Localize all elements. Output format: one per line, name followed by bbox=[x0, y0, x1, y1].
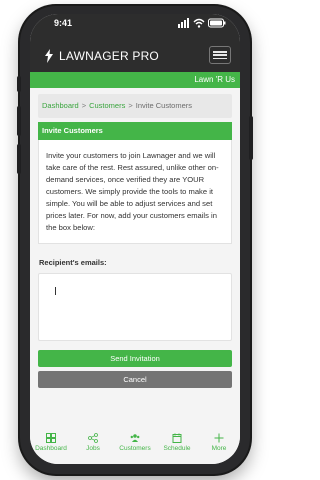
tab-jobs[interactable]: Jobs bbox=[72, 427, 114, 464]
breadcrumb-separator: > bbox=[81, 101, 87, 110]
tab-label: More bbox=[211, 445, 227, 452]
invite-card-heading: Invite Customers bbox=[38, 122, 232, 140]
recipients-label: Recipient's emails: bbox=[39, 258, 107, 267]
tab-label: Customers bbox=[119, 445, 151, 452]
cancel-button[interactable]: Cancel bbox=[38, 371, 232, 388]
app-screen: 9:41 LAWNAGER PRO Lawn 'R Us Dashboard >… bbox=[30, 14, 240, 464]
tab-label: Schedule bbox=[163, 445, 191, 452]
send-invitation-button[interactable]: Send Invitation bbox=[38, 350, 232, 367]
breadcrumb: Dashboard > Customers > Invite Customers bbox=[38, 94, 232, 118]
app-title: LAWNAGER PRO bbox=[59, 49, 159, 63]
recipients-email-input[interactable] bbox=[39, 274, 231, 340]
breadcrumb-dashboard[interactable]: Dashboard bbox=[42, 101, 79, 110]
customers-icon bbox=[130, 434, 140, 442]
bottom-tab-bar: Dashboard Jobs Customers Schedule More bbox=[30, 427, 240, 464]
tab-customers[interactable]: Customers bbox=[114, 427, 156, 464]
dashboard-icon bbox=[46, 433, 56, 443]
text-cursor bbox=[55, 287, 56, 295]
menu-line bbox=[213, 57, 227, 59]
tab-label: Dashboard bbox=[35, 445, 67, 452]
app-header: 9:41 LAWNAGER PRO bbox=[30, 14, 240, 72]
tab-schedule[interactable]: Schedule bbox=[156, 427, 198, 464]
status-time: 9:41 bbox=[54, 18, 73, 28]
invite-description: Invite your customers to join Lawnager a… bbox=[46, 151, 219, 232]
menu-line bbox=[213, 54, 227, 56]
tab-dashboard[interactable]: Dashboard bbox=[30, 427, 72, 464]
status-bar: 9:41 bbox=[30, 14, 240, 36]
calendar-icon bbox=[172, 433, 182, 443]
menu-button[interactable] bbox=[209, 46, 231, 64]
tab-label: Jobs bbox=[86, 445, 100, 452]
app-logo: LAWNAGER PRO bbox=[44, 49, 159, 63]
battery-icon bbox=[208, 18, 226, 28]
invite-card-body: Invite your customers to join Lawnager a… bbox=[38, 140, 232, 244]
account-bar: Lawn 'R Us bbox=[30, 72, 240, 88]
breadcrumb-customers[interactable]: Customers bbox=[89, 101, 125, 110]
plus-icon bbox=[214, 433, 224, 443]
menu-line bbox=[213, 51, 227, 53]
tab-more[interactable]: More bbox=[198, 427, 240, 464]
breadcrumb-separator: > bbox=[128, 101, 133, 110]
breadcrumb-current: Invite Customers bbox=[135, 101, 193, 110]
wifi-icon bbox=[193, 18, 205, 28]
recipients-email-box[interactable] bbox=[38, 273, 232, 341]
lawnager-logo-icon bbox=[45, 49, 53, 63]
signal-icon bbox=[178, 18, 189, 28]
account-name[interactable]: Lawn 'R Us bbox=[194, 75, 235, 84]
jobs-icon bbox=[88, 433, 98, 443]
